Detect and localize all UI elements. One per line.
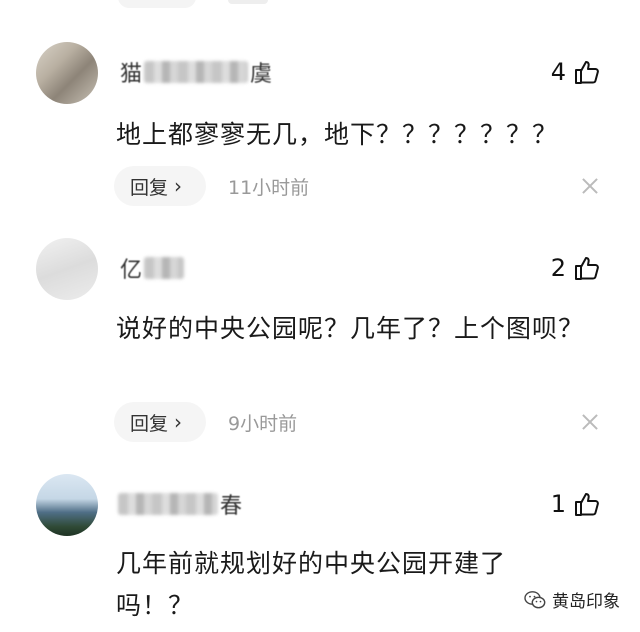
username-visible-char: 亿 — [120, 258, 143, 283]
like-button[interactable]: 4 — [551, 56, 600, 88]
like-button[interactable]: 1 — [551, 488, 600, 520]
previous-timestamp — [228, 0, 268, 4]
username[interactable]: 亿 — [118, 254, 185, 283]
avatar[interactable] — [36, 238, 98, 300]
reply-button[interactable]: 回复 › — [114, 166, 206, 206]
avatar[interactable] — [36, 42, 98, 104]
close-icon[interactable] — [580, 176, 600, 196]
chevron-right-icon: › — [174, 410, 183, 434]
like-count: 4 — [550, 58, 566, 86]
watermark: 黄岛印象 — [524, 587, 620, 612]
comment-text: 说好的中央公园呢？几年了？上个图呗？ — [116, 314, 585, 343]
username-blurred — [144, 61, 249, 83]
timestamp: 11小时前 — [228, 176, 310, 199]
username-visible-char: 猫 — [120, 62, 143, 87]
comment-text: 地上都寥寥无几，地下？？？？？？？ — [116, 120, 559, 149]
username-blurred — [144, 257, 185, 279]
thumbs-up-icon — [575, 257, 599, 280]
previous-comment-actions — [118, 0, 318, 8]
username-visible-char: 春 — [220, 494, 243, 519]
reply-label: 回复 — [130, 412, 169, 435]
like-count: 2 — [550, 254, 566, 282]
comment-text: 几年前就规划好的中央公园开建了吗！？ — [116, 549, 507, 620]
close-icon[interactable] — [580, 412, 600, 432]
username-blurred — [118, 493, 218, 515]
username[interactable]: 猫 虞 — [118, 58, 274, 87]
reply-label: 回复 — [130, 176, 169, 199]
like-count: 1 — [550, 490, 566, 518]
reply-button[interactable]: 回复 › — [114, 402, 206, 442]
chevron-right-icon: › — [174, 174, 183, 198]
like-button[interactable]: 2 — [551, 252, 600, 284]
watermark-text: 黄岛印象 — [552, 592, 620, 612]
avatar[interactable] — [36, 474, 98, 536]
username[interactable]: 春 — [118, 490, 244, 519]
wechat-icon — [524, 590, 546, 608]
previous-reply-button[interactable] — [118, 0, 196, 8]
thumbs-up-icon — [575, 61, 599, 84]
thumbs-up-icon — [575, 493, 599, 516]
username-visible-char: 虞 — [250, 62, 273, 87]
timestamp: 9小时前 — [228, 412, 298, 435]
